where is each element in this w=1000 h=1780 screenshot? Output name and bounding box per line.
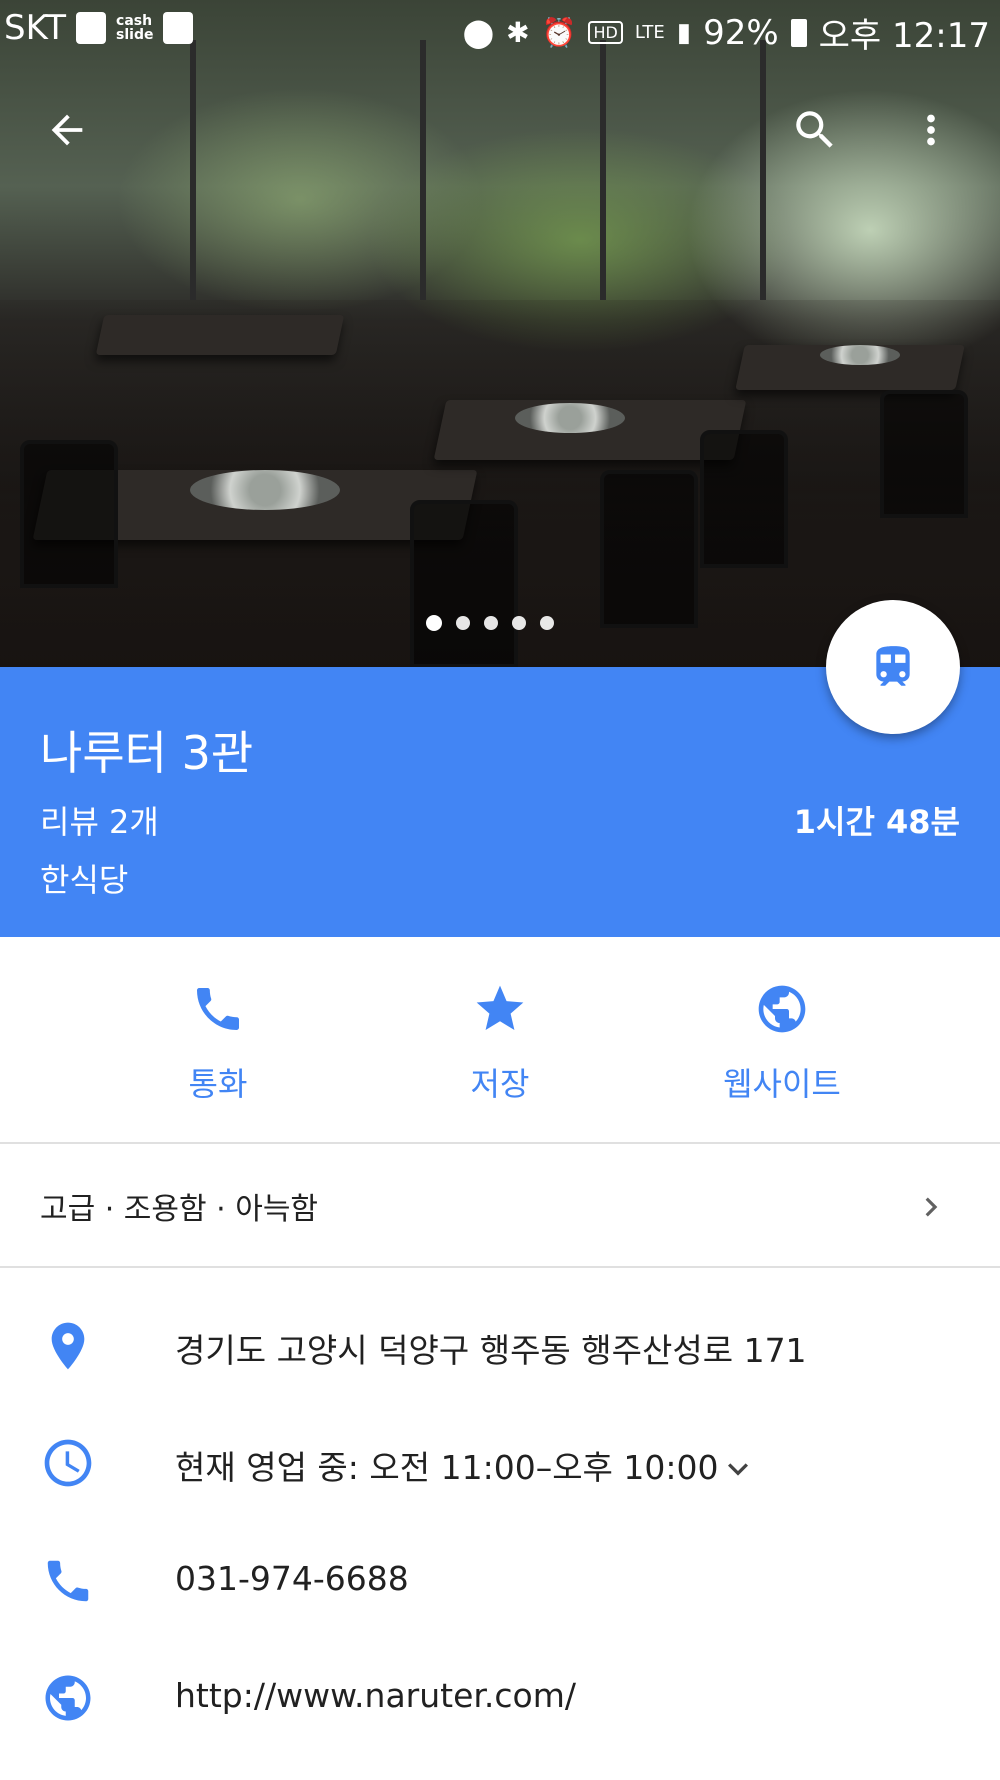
back-arrow-icon (51, 114, 83, 146)
phone-number: 031-974-6688 (175, 1559, 409, 1598)
address-row[interactable]: 경기도 고양시 덕양구 행주동 행주산성로 171 (0, 1318, 1000, 1428)
more-options-button[interactable] (896, 95, 966, 165)
photo-chair (410, 500, 518, 667)
hours-row[interactable]: 현재 영업 중: 오전 11:00–오후 10:00 (0, 1435, 1000, 1545)
website-label: 웹사이트 (723, 1065, 841, 1103)
network-label: LTE (634, 22, 665, 43)
star-icon (476, 985, 524, 1030)
photo-chair (20, 440, 118, 588)
search-button[interactable] (780, 95, 850, 165)
phone-icon (197, 988, 239, 1030)
photo-plate (190, 470, 340, 510)
search-icon (796, 111, 833, 148)
cash-slide-label: cash slide (116, 13, 154, 43)
app-notification-icon (76, 12, 107, 44)
directions-fab[interactable] (826, 600, 960, 734)
hd-voice-label: HD (588, 21, 623, 44)
call-label: 통화 (188, 1065, 248, 1103)
photo-chair (880, 390, 968, 518)
place-category: 한식당 (40, 861, 129, 899)
bluetooth-icon: ✱ (506, 16, 530, 49)
photo-pager-dots[interactable] (426, 615, 554, 631)
alarm-icon: ⏰ (541, 16, 577, 49)
photo-table (95, 315, 345, 355)
attributes-text: 고급 · 조용함 · 아늑함 (40, 1192, 319, 1227)
website-url: http://www.naruter.com/ (175, 1676, 577, 1715)
pager-dot[interactable] (484, 616, 498, 630)
address-text: 경기도 고양시 덕양구 행주동 행주산성로 171 (175, 1331, 807, 1370)
chevron-down-icon[interactable] (718, 1449, 758, 1489)
more-vert-icon (927, 114, 935, 146)
location-icon: ⬤ (462, 16, 495, 49)
location-pin-icon (51, 1322, 85, 1370)
photo-chair (700, 430, 788, 568)
attributes-row[interactable]: 고급 · 조용함 · 아늑함 (0, 1144, 1000, 1268)
globe-icon (45, 1675, 91, 1721)
clock-icon (44, 1439, 92, 1487)
save-button[interactable]: 저장 (400, 977, 600, 1105)
call-button[interactable]: 통화 (118, 977, 318, 1105)
signal-icon: ▮ (676, 17, 692, 48)
clock-time: 오후 12:17 (818, 16, 990, 56)
photo-window-frame (190, 40, 196, 300)
back-button[interactable] (32, 95, 102, 165)
clipboard-check-icon (163, 12, 194, 44)
pager-dot[interactable] (426, 615, 442, 631)
photo-plate (515, 403, 625, 433)
carrier-label: SKT (4, 8, 67, 48)
place-name: 나루터 3관 (40, 726, 254, 780)
photo-window-frame (760, 40, 766, 300)
phone-row[interactable]: 031-974-6688 (0, 1553, 1000, 1663)
phone-icon (47, 1560, 89, 1602)
photo-window-frame (600, 40, 606, 300)
photo-plate (820, 345, 900, 365)
status-bar: SKT cash slide ⬤ ✱ ⏰ HD LTE ▮ 92% 오후 12:… (0, 0, 1000, 58)
website-button[interactable]: 웹사이트 (682, 977, 882, 1105)
pager-dot[interactable] (456, 616, 470, 630)
travel-duration: 1시간 48분 (793, 803, 960, 841)
hero-photo[interactable] (0, 0, 1000, 667)
battery-percent: 92% (703, 12, 779, 53)
chevron-right-icon (925, 1197, 938, 1217)
photo-chair (600, 470, 698, 628)
review-count-link[interactable]: 리뷰 2개 (40, 797, 159, 843)
hours-text: 현재 영업 중: 오전 11:00–오후 10:00 (175, 1448, 719, 1487)
photo-window-frame (420, 40, 426, 300)
pager-dot[interactable] (512, 616, 526, 630)
website-row[interactable]: http://www.naruter.com/ (0, 1670, 1000, 1780)
battery-icon (790, 18, 807, 47)
action-bar: 통화 저장 웹사이트 (0, 937, 1000, 1144)
pager-dot[interactable] (540, 616, 554, 630)
train-icon (876, 646, 910, 686)
save-label: 저장 (470, 1065, 530, 1103)
globe-icon (758, 985, 806, 1033)
